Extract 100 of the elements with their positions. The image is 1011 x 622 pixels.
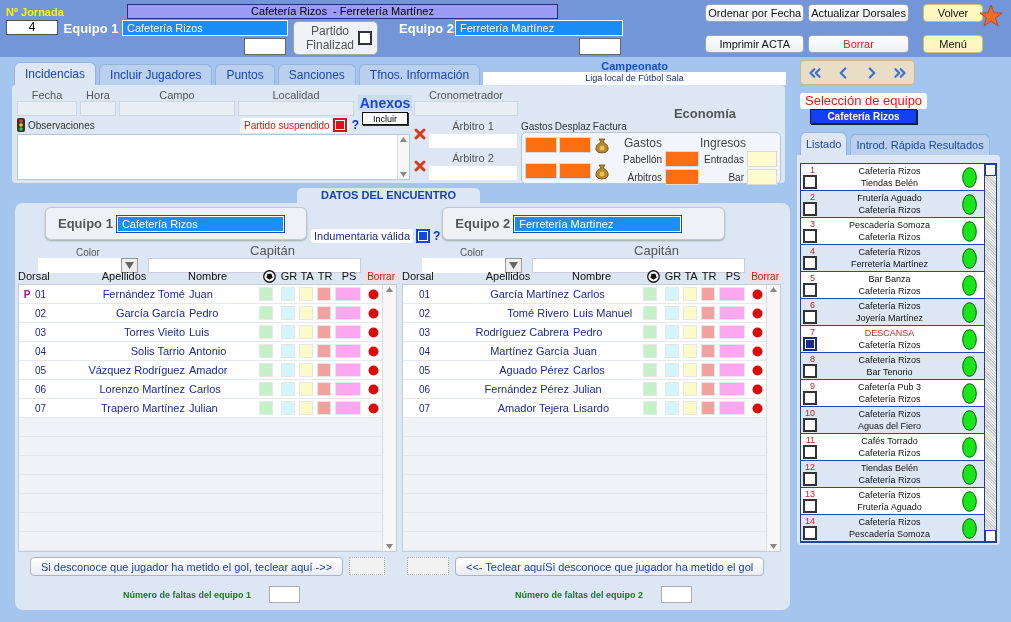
stat-field[interactable]: [643, 325, 657, 339]
stat-field[interactable]: [701, 401, 715, 415]
player-row[interactable]: 05 Vázquez Rodríguez Amador: [19, 361, 382, 380]
player-row[interactable]: 04 Martínez García Juan: [403, 342, 766, 361]
expense-field[interactable]: [665, 169, 699, 185]
input-field[interactable]: [579, 38, 621, 55]
delete-dot-icon[interactable]: [368, 402, 379, 414]
stat-field[interactable]: [317, 287, 331, 301]
stat-field[interactable]: [683, 325, 697, 339]
stat-field[interactable]: [259, 401, 273, 415]
income-field[interactable]: [747, 151, 777, 167]
stat-field[interactable]: [701, 325, 715, 339]
scroll-down-icon[interactable]: [400, 172, 407, 177]
stat-field[interactable]: [299, 287, 313, 301]
jornada-field[interactable]: 4: [6, 20, 58, 35]
checkbox[interactable]: [803, 418, 817, 432]
match-item[interactable]: 13 Cafetería Rizos Frutería Aguado: [801, 488, 984, 515]
stat-field[interactable]: [665, 363, 679, 377]
player-row[interactable]: 01 García Martínez Carlos: [403, 285, 766, 304]
color-dropdown[interactable]: [422, 258, 522, 273]
checkbox[interactable]: [803, 283, 817, 297]
delete-dot-icon[interactable]: [752, 326, 763, 338]
stat-field[interactable]: [719, 306, 745, 320]
match-item[interactable]: 8 Cafetería Rizos Bar Tenorio: [801, 353, 984, 380]
delete-dot-icon[interactable]: [752, 288, 763, 300]
match-item[interactable]: 11 Cafés Torrado Cafetería Rizos: [801, 434, 984, 461]
income-field[interactable]: [747, 169, 777, 185]
expense-field[interactable]: [525, 137, 557, 153]
stat-field[interactable]: [643, 287, 657, 301]
stat-field[interactable]: [701, 287, 715, 301]
player-row[interactable]: 03 Torres Vieito Luis: [19, 323, 382, 342]
scroll-down-icon[interactable]: [770, 544, 777, 549]
stat-field[interactable]: [643, 306, 657, 320]
stat-field[interactable]: [701, 382, 715, 396]
tab[interactable]: Listado: [800, 132, 848, 155]
stat-field[interactable]: [665, 344, 679, 358]
checkbox[interactable]: [803, 364, 817, 378]
money-bag-icon[interactable]: [593, 162, 611, 180]
stat-field[interactable]: [665, 401, 679, 415]
help-link[interactable]: ?: [433, 229, 441, 243]
delete-dot-icon[interactable]: [368, 383, 379, 395]
player-row[interactable]: 02 Tomé Rivero Luis Manuel: [403, 304, 766, 323]
stat-field[interactable]: [701, 363, 715, 377]
checkbox[interactable]: [803, 202, 817, 216]
player-row[interactable]: P 01 Fernández Tomé Juan: [19, 285, 382, 304]
stat-field[interactable]: [683, 344, 697, 358]
stat-field[interactable]: [719, 344, 745, 358]
input-field[interactable]: [429, 166, 517, 180]
stat-field[interactable]: [299, 363, 313, 377]
stat-field[interactable]: [665, 287, 679, 301]
stat-field[interactable]: [335, 401, 361, 415]
header-button[interactable]: Actualizar Dorsales: [808, 4, 909, 22]
match-item[interactable]: 4 Cafetería Rizos Ferretería Martínez: [801, 245, 984, 272]
scroll-up-icon[interactable]: [770, 287, 777, 292]
stat-field[interactable]: [683, 401, 697, 415]
match-item[interactable]: 5 Bar Banza Cafetería Rizos: [801, 272, 984, 299]
captain-field[interactable]: [532, 258, 745, 273]
stat-field[interactable]: [299, 325, 313, 339]
stat-field[interactable]: [317, 401, 331, 415]
player-row[interactable]: 04 Solis Tarrio Antonio: [19, 342, 382, 361]
stat-field[interactable]: [281, 287, 295, 301]
tab[interactable]: Puntos: [215, 64, 275, 85]
fouls-field[interactable]: [269, 586, 301, 603]
stat-field[interactable]: [335, 344, 361, 358]
stat-field[interactable]: [281, 382, 295, 396]
stat-field[interactable]: [335, 363, 361, 377]
delete-dot-icon[interactable]: [752, 383, 763, 395]
goal-button[interactable]: Si desconoce que jugador ha metido el gol, teclear aquí ->>: [30, 557, 344, 576]
match-item[interactable]: 7 DESCANSA Cafetería Rizos: [801, 326, 984, 353]
input-field[interactable]: [407, 557, 449, 575]
stat-field[interactable]: [665, 382, 679, 396]
stat-field[interactable]: [317, 363, 331, 377]
stat-field[interactable]: [335, 287, 361, 301]
stat-field[interactable]: [665, 325, 679, 339]
stat-field[interactable]: [683, 306, 697, 320]
help-link[interactable]: ?: [351, 118, 359, 132]
player-row[interactable]: 06 Fernández Pérez Julian: [403, 380, 766, 399]
checkbox[interactable]: [803, 256, 817, 270]
goal-button[interactable]: <<- Teclear aquíSi desconoce que jugador ha metido el gol: [455, 557, 765, 576]
stat-field[interactable]: [259, 325, 273, 339]
match-item[interactable]: 2 Frutería Aguado Cafetería Rizos: [801, 191, 984, 218]
expense-field[interactable]: [559, 163, 591, 179]
stat-field[interactable]: [281, 401, 295, 415]
delete-dot-icon[interactable]: [752, 364, 763, 376]
stat-field[interactable]: [259, 382, 273, 396]
stat-field[interactable]: [281, 306, 295, 320]
delete-dot-icon[interactable]: [752, 307, 763, 319]
header-button[interactable]: Menú: [923, 35, 983, 53]
stat-field[interactable]: [643, 382, 657, 396]
stat-field[interactable]: [683, 382, 697, 396]
player-row[interactable]: 07 Amador Tejera Lisardo: [403, 399, 766, 418]
stat-field[interactable]: [299, 306, 313, 320]
header-button[interactable]: Ordenar por Fecha: [705, 4, 805, 22]
stat-field[interactable]: [259, 363, 273, 377]
stat-field[interactable]: [719, 401, 745, 415]
stat-field[interactable]: [683, 287, 697, 301]
match-item[interactable]: 12 Tiendas Belén Cafetería Rizos: [801, 461, 984, 488]
player-row[interactable]: 03 Rodríguez Cabrera Pedro: [403, 323, 766, 342]
delete-dot-icon[interactable]: [368, 345, 379, 357]
fouls-field[interactable]: [661, 586, 693, 603]
